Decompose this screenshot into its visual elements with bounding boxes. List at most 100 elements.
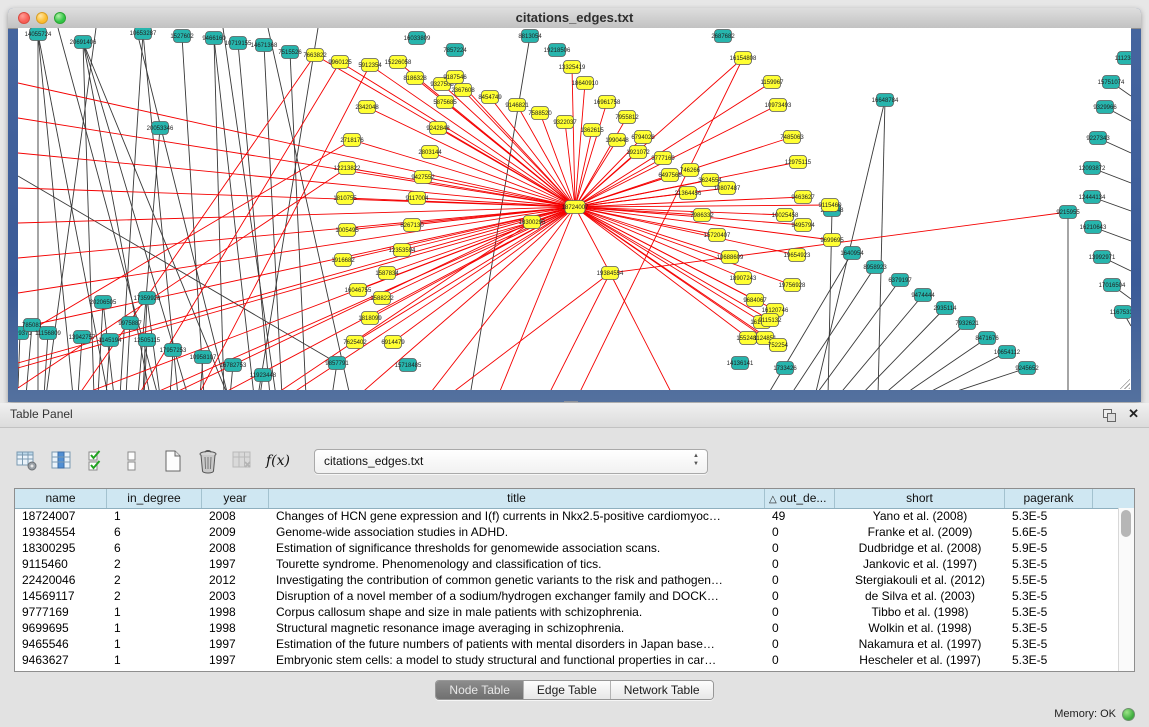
table-row[interactable]: 946554611997Estimation of the future num… [15,636,1118,652]
graph-node[interactable]: 2803144 [418,146,442,159]
delete-table-button[interactable] [230,447,256,475]
column-header-in_degree[interactable]: in_degree [107,489,202,508]
graph-node[interactable]: 2687682 [711,30,735,43]
table-row[interactable]: 1872400712008Changes of HCN gene express… [15,508,1118,524]
graph-node[interactable]: 9427552 [411,171,435,184]
column-header-name[interactable]: name [15,489,107,508]
graph-node[interactable]: 9495794 [791,219,815,232]
float-window-icon[interactable] [1103,409,1115,421]
graph-node[interactable]: 7857224 [443,44,467,57]
graph-node[interactable]: 20053346 [147,122,174,135]
new-table-button[interactable] [160,447,186,475]
scrollbar-thumb[interactable] [1121,510,1131,537]
graph-node[interactable]: 9227343 [1086,132,1110,145]
graph-node[interactable]: 13325419 [559,61,586,74]
graph-node[interactable]: 17016504 [1099,279,1126,292]
table-options-button[interactable] [14,447,40,475]
delete-entries-button[interactable] [195,447,221,475]
unselect-all-button[interactable] [119,447,145,475]
graph-node[interactable]: 15751074 [1098,76,1125,89]
graph-node[interactable]: 21364456 [675,187,702,200]
table-row[interactable]: 911546021997Tourette syndrome. Phenomeno… [15,556,1118,572]
tab-network-table[interactable]: Network Table [610,681,713,699]
graph-node[interactable]: 8471676 [975,332,999,345]
show-columns-button[interactable] [49,447,75,475]
graph-node[interactable]: 1005495 [335,224,359,237]
graph-node[interactable]: 6794028 [631,131,655,144]
graph-node[interactable]: 9146821 [505,99,529,112]
graph-node[interactable]: 8958923 [863,261,887,274]
graph-node[interactable]: 9777169 [651,152,675,165]
table-row[interactable]: 2242004622012Investigating the contribut… [15,572,1118,588]
graph-node[interactable]: 16154808 [730,52,757,65]
graph-node[interactable]: 20206505 [90,296,117,309]
graph-node[interactable]: 8267130 [400,219,424,232]
graph-node[interactable]: 12353594 [389,244,416,257]
graph-node[interactable]: 9960125 [328,56,352,69]
graph-node[interactable]: 18724007 [562,201,589,214]
graph-node[interactable]: 1990448 [605,134,629,147]
graph-node[interactable]: 16033809 [404,32,431,45]
graph-node[interactable]: 17957253 [160,344,187,357]
graph-node[interactable]: 9699695 [820,234,844,247]
graph-node[interactable]: 16648784 [872,94,899,107]
column-header-pagerank[interactable]: pagerank [1005,489,1093,508]
graph-node[interactable]: 12505115 [134,334,161,347]
graph-node[interactable]: 9115132 [759,314,783,327]
graph-node[interactable]: 10653287 [130,28,157,40]
graph-node[interactable]: 19654923 [784,249,811,262]
graph-node[interactable]: 11675334 [1110,306,1131,319]
graph-node[interactable]: 19756928 [779,279,806,292]
graph-node[interactable]: 14671368 [251,39,278,52]
graph-node[interactable]: 6497568 [658,169,682,182]
tab-edge-table[interactable]: Edge Table [523,681,610,699]
graph-node[interactable]: 7515526 [278,46,302,59]
tab-node-table[interactable]: Node Table [436,681,523,699]
graph-node[interactable]: 17359928 [134,292,161,305]
graph-node[interactable]: 9474444 [911,289,935,302]
graph-node[interactable]: 1362615 [580,124,604,137]
graph-node[interactable]: 6379197 [888,274,912,287]
graph-node[interactable]: 9115460 [819,199,843,212]
select-all-button[interactable] [84,447,110,475]
graph-node[interactable]: 6914479 [381,336,405,349]
graph-node[interactable]: 10719155 [225,37,252,50]
graph-node[interactable]: 18907243 [730,272,757,285]
function-builder-button[interactable]: f(x) [265,447,291,475]
graph-node[interactable]: 7955812 [615,111,639,124]
graph-node[interactable]: 746266 [680,164,701,177]
table-row[interactable]: 969969511998Structural magnetic resonanc… [15,620,1118,636]
graph-node[interactable]: 9117004 [406,192,430,205]
graph-node[interactable]: 9187546 [443,71,467,84]
window-titlebar[interactable]: citations_edges.txt [8,8,1141,29]
graph-node[interactable]: 8454749 [478,91,502,104]
graph-node[interactable]: 19218506 [544,44,571,57]
graph-node[interactable]: 8813054 [518,30,542,43]
column-header-year[interactable]: year [202,489,269,508]
graph-node[interactable]: 1640954 [840,247,864,260]
graph-node[interactable]: 9466160 [202,32,226,45]
column-header-title[interactable]: title [269,489,765,508]
graph-node[interactable]: 5912354 [358,59,382,72]
graph-node[interactable]: 12444134 [1079,191,1106,204]
graph-node[interactable]: 1112384 [1115,52,1131,65]
graph-node[interactable]: 9215955 [1056,206,1080,219]
graph-node[interactable]: 20691406 [70,36,97,49]
graph-node[interactable]: 1587834 [375,267,399,280]
graph-node[interactable]: 7485063 [780,131,804,144]
graph-node[interactable]: 9463627 [791,191,815,204]
table-row[interactable]: 1938455462009Genome-wide association stu… [15,524,1118,540]
graph-node[interactable]: 18640910 [572,77,599,90]
graph-node[interactable]: 16961758 [594,96,621,109]
graph-node[interactable]: 14055724 [25,28,52,41]
graph-node[interactable]: 15226058 [385,56,412,69]
graph-node[interactable]: 7932621 [955,317,979,330]
graph-node[interactable]: 1159967 [761,76,785,89]
graph-node[interactable]: 1145194 [99,334,123,347]
close-panel-icon[interactable]: ✕ [1128,406,1139,422]
graph-node[interactable]: 19384554 [597,267,624,280]
table-row[interactable]: 1830029562008Estimation of significance … [15,540,1118,556]
graph-node[interactable]: 1810755 [333,192,357,205]
graph-node[interactable]: 9245652 [1015,362,1039,375]
graph-node[interactable]: 1921072 [626,146,650,159]
